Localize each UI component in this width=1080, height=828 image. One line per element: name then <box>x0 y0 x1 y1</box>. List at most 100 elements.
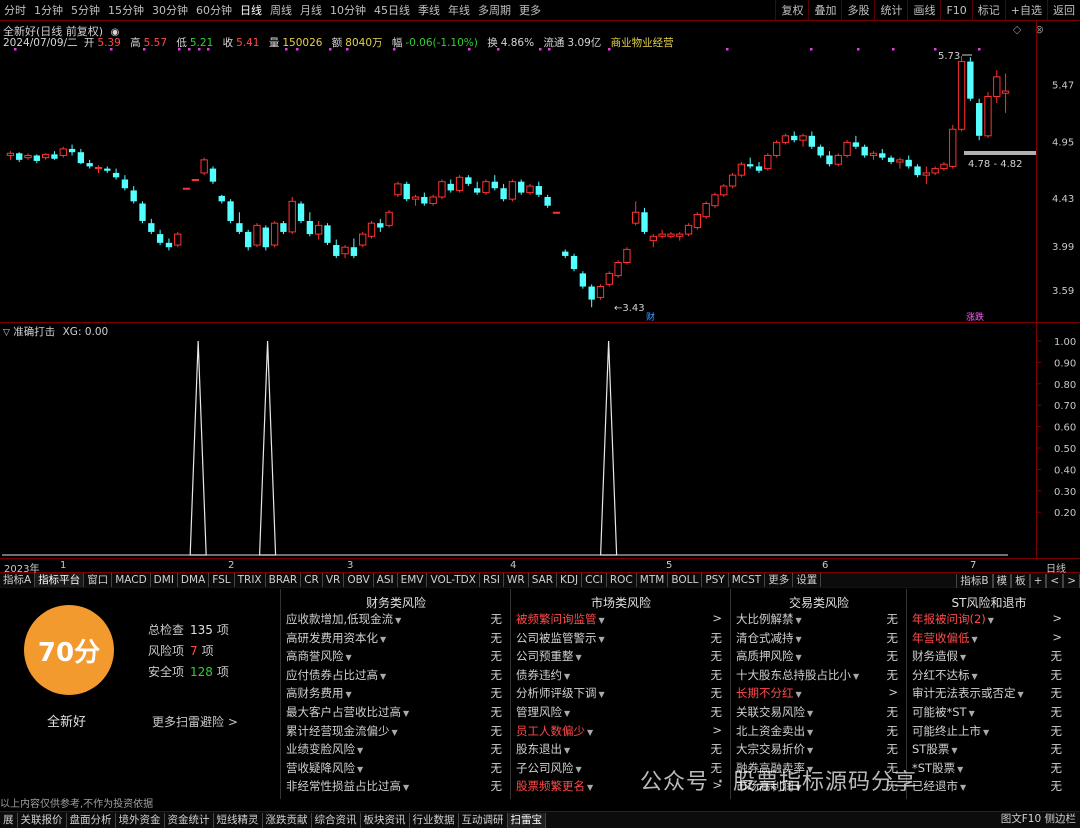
risk-item-1-1[interactable]: 公司被监管警示 ▼ 无 <box>516 630 726 648</box>
tool-button-3[interactable]: 统计 <box>874 0 907 21</box>
risk-item-1-2[interactable]: 公司预重整 ▼ 无 <box>516 648 726 666</box>
timeframe-4[interactable]: 30分钟 <box>148 0 192 21</box>
status-tab-2[interactable]: 盘面分析 <box>67 812 116 828</box>
indicator-tab-19[interactable]: CCI <box>582 573 607 587</box>
timeframe-13[interactable]: 多周期 <box>474 0 515 21</box>
status-tab-8[interactable]: 板块资讯 <box>361 812 410 828</box>
risk-item-2-7[interactable]: 大宗交易折价 ▼ 无 <box>736 741 902 759</box>
risk-item-3-0[interactable]: 年报被问询(2) ▼ > <box>912 611 1066 629</box>
status-tab-10[interactable]: 互动调研 <box>459 812 508 828</box>
risk-item-1-6[interactable]: 员工人数偏少 ▼ > <box>516 723 726 741</box>
indicator-tab-25[interactable]: 更多 <box>765 573 794 587</box>
risk-item-3-8[interactable]: *ST股票 ▼ 无 <box>912 760 1066 778</box>
indicator-tab-21[interactable]: MTM <box>637 573 669 587</box>
indicator-tab-12[interactable]: ASI <box>374 573 398 587</box>
risk-item-2-3[interactable]: 十大股东总持股占比小 ▼ 无 <box>736 667 902 685</box>
risk-item-2-2[interactable]: 高质押风险 ▼ 无 <box>736 648 902 666</box>
risk-item-3-5[interactable]: 可能被*ST ▼ 无 <box>912 704 1066 722</box>
risk-item-3-7[interactable]: ST股票 ▼ 无 <box>912 741 1066 759</box>
risk-item-2-4[interactable]: 长期不分红 ▼ > <box>736 685 902 703</box>
more-scan-link[interactable]: 更多扫雷避险 > <box>152 713 238 730</box>
risk-item-0-8[interactable]: 营收疑降风险 ▼ 无 <box>286 760 506 778</box>
indicator-tab-right-2[interactable]: 板 <box>1011 573 1030 588</box>
risk-item-0-1[interactable]: 高研发费用资本化 ▼ 无 <box>286 630 506 648</box>
risk-item-0-7[interactable]: 业绩变脸风险 ▼ 无 <box>286 741 506 759</box>
status-tab-3[interactable]: 境外资金 <box>116 812 165 828</box>
indicator-tab-8[interactable]: BRAR <box>266 573 302 587</box>
risk-item-3-6[interactable]: 可能终止上市 ▼ 无 <box>912 723 1066 741</box>
tool-button-4[interactable]: 画线 <box>907 0 940 21</box>
status-tab-11[interactable]: 扫雷宝 <box>507 812 546 828</box>
indicator-tab-9[interactable]: CR <box>301 573 323 587</box>
indicator-tab-17[interactable]: SAR <box>529 573 558 587</box>
risk-item-3-9[interactable]: 已经退市 ▼ 无 <box>912 778 1066 796</box>
indicator-tab-15[interactable]: RSI <box>480 573 504 587</box>
risk-item-3-2[interactable]: 财务造假 ▼ 无 <box>912 648 1066 666</box>
timeframe-9[interactable]: 10分钟 <box>326 0 370 21</box>
timeframe-12[interactable]: 年线 <box>444 0 474 21</box>
indicator-tab-5[interactable]: DMA <box>178 573 210 587</box>
risk-item-0-4[interactable]: 高财务费用 ▼ 无 <box>286 685 506 703</box>
indicator-tab-14[interactable]: VOL-TDX <box>427 573 480 587</box>
risk-item-2-5[interactable]: 关联交易风险 ▼ 无 <box>736 704 902 722</box>
indicator-tab-right-3[interactable]: + <box>1029 573 1047 588</box>
risk-item-2-0[interactable]: 大比例解禁 ▼ 无 <box>736 611 902 629</box>
tool-button-8[interactable]: 返回 <box>1047 0 1080 21</box>
tool-button-6[interactable]: 标记 <box>971 0 1005 21</box>
indicator-tab-6[interactable]: FSL <box>209 573 235 587</box>
risk-item-1-5[interactable]: 管理风险 ▼ 无 <box>516 704 726 722</box>
timeframe-5[interactable]: 60分钟 <box>192 0 236 21</box>
indicator-tab-right-0[interactable]: 指标B <box>956 573 993 588</box>
status-tab-1[interactable]: 关联报价 <box>18 812 67 828</box>
status-tab-0[interactable]: 展 <box>0 812 18 828</box>
indicator-tab-24[interactable]: MCST <box>729 573 766 587</box>
status-tab-9[interactable]: 行业数据 <box>410 812 459 828</box>
risk-item-0-6[interactable]: 累计经营现金流偏少 ▼ 无 <box>286 723 506 741</box>
status-tab-7[interactable]: 综合资讯 <box>312 812 361 828</box>
risk-item-1-7[interactable]: 股东退出 ▼ 无 <box>516 741 726 759</box>
timeframe-14[interactable]: 更多 <box>515 0 545 21</box>
indicator-tab-2[interactable]: 窗口 <box>84 573 113 587</box>
tool-button-7[interactable]: +自选 <box>1004 0 1047 21</box>
risk-item-1-0[interactable]: 被频繁问询监管 ▼ > <box>516 611 726 629</box>
risk-item-3-1[interactable]: 年营收偏低 ▼ > <box>912 630 1066 648</box>
indicator-tab-7[interactable]: TRIX <box>235 573 266 587</box>
indicator-tab-23[interactable]: PSY <box>702 573 729 587</box>
risk-item-0-5[interactable]: 最大客户占营收比过高 ▼ 无 <box>286 704 506 722</box>
risk-item-0-3[interactable]: 应付债券占比过高 ▼ 无 <box>286 667 506 685</box>
indicator-tab-20[interactable]: ROC <box>607 573 637 587</box>
risk-item-0-9[interactable]: 非经常性损益占比过高 ▼ 无 <box>286 778 506 796</box>
indicator-tab-11[interactable]: OBV <box>344 573 374 587</box>
indicator-tab-right-4[interactable]: < <box>1046 573 1064 588</box>
tool-button-0[interactable]: 复权 <box>775 0 808 21</box>
risk-item-2-1[interactable]: 清仓式减持 ▼ 无 <box>736 630 902 648</box>
timeframe-10[interactable]: 45日线 <box>370 0 414 21</box>
indicator-tab-0[interactable]: 指标A <box>0 573 36 587</box>
tool-button-2[interactable]: 多股 <box>841 0 874 21</box>
indicator-tab-18[interactable]: KDJ <box>557 573 583 587</box>
timeframe-8[interactable]: 月线 <box>296 0 326 21</box>
status-tab-5[interactable]: 短线精灵 <box>214 812 263 828</box>
status-tab-6[interactable]: 涨跌贡献 <box>263 812 312 828</box>
tool-button-5[interactable]: F10 <box>940 0 971 21</box>
indicator-tab-13[interactable]: EMV <box>398 573 428 587</box>
risk-item-1-4[interactable]: 分析师评级下调 ▼ 无 <box>516 685 726 703</box>
indicator-tab-right-1[interactable]: 模 <box>992 573 1012 588</box>
timeframe-7[interactable]: 周线 <box>266 0 296 21</box>
risk-item-3-3[interactable]: 分红不达标 ▼ 无 <box>912 667 1066 685</box>
indicator-tab-4[interactable]: DMI <box>151 573 178 587</box>
indicator-tab-26[interactable]: 设置 <box>793 573 822 587</box>
sidebar-toggle[interactable]: 图文F10 侧边栏 <box>997 812 1080 827</box>
indicator-tab-10[interactable]: VR <box>323 573 345 587</box>
timeframe-0[interactable]: 分时 <box>0 0 30 21</box>
risk-item-3-4[interactable]: 审计无法表示或否定 ▼ 无 <box>912 685 1066 703</box>
timeframe-1[interactable]: 1分钟 <box>30 0 67 21</box>
indicator-tab-1[interactable]: 指标平台 <box>35 573 85 587</box>
timeframe-6[interactable]: 日线 <box>236 0 266 21</box>
indicator-tab-3[interactable]: MACD <box>112 573 151 587</box>
timeframe-3[interactable]: 15分钟 <box>104 0 148 21</box>
risk-item-1-3[interactable]: 债券违约 ▼ 无 <box>516 667 726 685</box>
indicator-tab-22[interactable]: BOLL <box>668 573 703 587</box>
indicator-tab-16[interactable]: WR <box>504 573 529 587</box>
timeframe-2[interactable]: 5分钟 <box>67 0 104 21</box>
